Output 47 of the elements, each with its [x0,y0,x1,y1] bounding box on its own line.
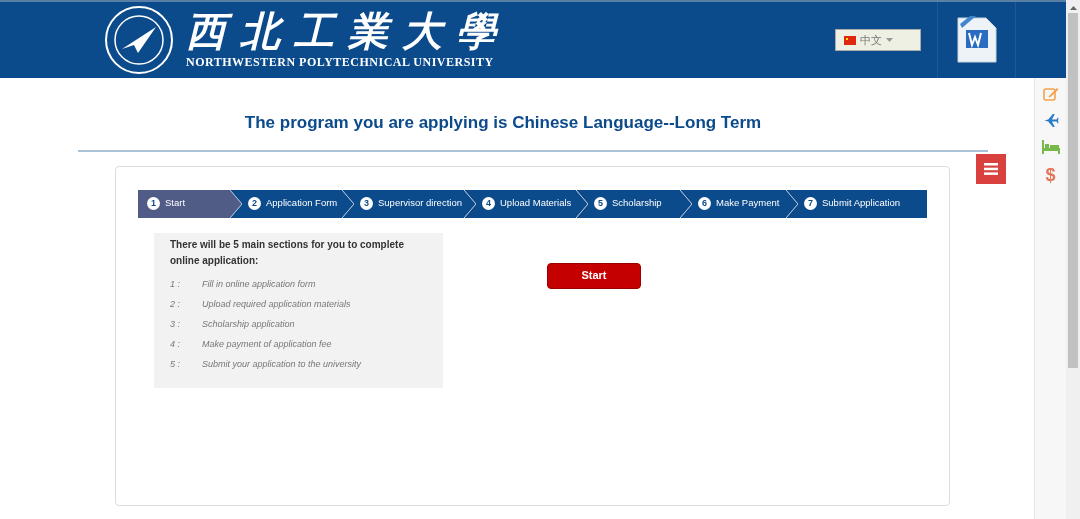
item-number: 3 : [170,317,181,331]
item-number: 5 : [170,357,181,371]
item-number: 1 : [170,277,181,291]
caret-icon [886,38,893,42]
step-label: Start [165,196,186,211]
step-label: Make Payment [716,196,780,211]
step-chevron-icon [576,189,588,218]
scrollbar-thumb[interactable] [1068,13,1078,368]
step-label: Application Form [266,196,338,211]
step-label: Submit Application [822,196,901,211]
bed-icon[interactable] [1041,140,1060,154]
step-label: Supervisor direction [378,196,462,211]
step-number: 4 [482,197,495,210]
item-text: Submit your application to the university [202,357,362,371]
item-text: Scholarship application [202,317,295,331]
step-number: 7 [804,197,817,210]
item-number: 2 : [170,297,181,311]
step-chevron-icon [680,189,692,218]
university-name-english: NORTHWESTERN POLYTECHNICAL UNIVERSITY [186,54,495,71]
menu-icon [984,163,998,175]
item-number: 4 : [170,337,181,351]
word-document-icon[interactable] [955,16,998,64]
item-text: Upload required application materials [202,297,351,311]
step-label: Upload Materials [500,196,572,211]
step-chevron-icon [786,189,798,218]
item-text: Make payment of application fee [202,337,332,351]
step-chevron-icon [342,189,354,218]
step-label: Scholarship [612,196,662,211]
instructions-heading: There will be 5 main sections for you to complete online application: [170,237,405,268]
page-title: The program you are applying is Chinese Language--Long Term [244,112,762,134]
university-name-chinese: 西北工業大學 [186,9,510,53]
start-button[interactable]: Start [547,262,641,289]
language-selector[interactable]: 中文 [835,29,921,51]
step-number: 2 [248,197,261,210]
seal-logo-icon [104,5,174,75]
menu-button[interactable] [976,154,1006,184]
step-chevron-icon [230,189,242,218]
scrollbar[interactable] [1066,0,1080,519]
step-number: 1 [147,197,160,210]
step-chevron-icon [464,189,476,218]
scroll-up-arrow-icon[interactable] [1069,6,1077,10]
step-number: 6 [698,197,711,210]
item-text: Fill in online application form [202,277,316,291]
step-number: 5 [594,197,607,210]
china-flag-icon [844,35,856,45]
step-number: 3 [360,197,373,210]
airplane-icon[interactable] [1042,113,1059,128]
